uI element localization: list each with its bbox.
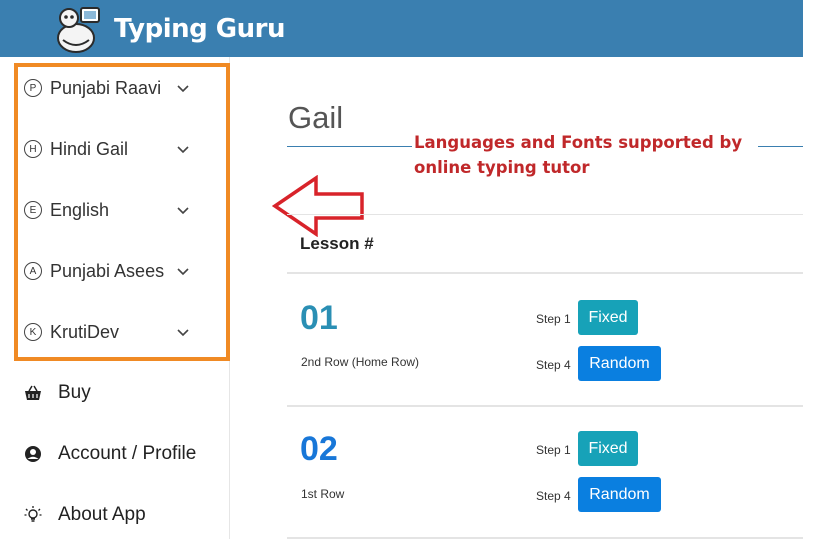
user-circle-icon xyxy=(24,445,42,463)
basket-icon xyxy=(24,384,42,402)
table-top-divider xyxy=(287,214,803,215)
random-button[interactable]: Random xyxy=(578,346,661,381)
annotation-text: Languages and Fonts supported by online … xyxy=(414,133,743,177)
table-header-lesson: Lesson # xyxy=(300,234,374,253)
step-label: Step 1 xyxy=(536,443,571,457)
typing-mascot-icon[interactable] xyxy=(53,4,103,54)
sidebar-item-label: Account / Profile xyxy=(58,443,197,464)
sidebar-item-label: About App xyxy=(58,504,146,525)
table-header-divider xyxy=(287,272,803,274)
lesson-number: 02 xyxy=(300,430,338,468)
step-label: Step 4 xyxy=(536,489,571,503)
fixed-button[interactable]: Fixed xyxy=(578,300,638,335)
app-title: Typing Guru xyxy=(114,14,285,44)
sidebar-item-buy[interactable]: Buy xyxy=(24,375,91,411)
step-label: Step 1 xyxy=(536,312,571,326)
page-title: Gail xyxy=(288,100,344,135)
app-header: Typing Guru xyxy=(0,0,803,57)
fixed-button[interactable]: Fixed xyxy=(578,431,638,466)
random-button[interactable]: Random xyxy=(578,477,661,512)
lesson-description: 2nd Row (Home Row) xyxy=(301,355,420,369)
step-label: Step 4 xyxy=(536,358,571,372)
lightbulb-icon xyxy=(24,506,42,524)
sidebar-item-label: Buy xyxy=(58,382,91,403)
sidebar-item-account-profile[interactable]: Account / Profile xyxy=(24,436,196,472)
languages-highlight-box xyxy=(14,63,230,361)
lesson-description: 1st Row xyxy=(301,487,345,501)
left-arrow-icon xyxy=(272,175,364,237)
row-divider xyxy=(287,405,803,407)
lesson-number: 01 xyxy=(300,299,338,337)
sidebar-item-about-app[interactable]: About App xyxy=(24,497,146,533)
